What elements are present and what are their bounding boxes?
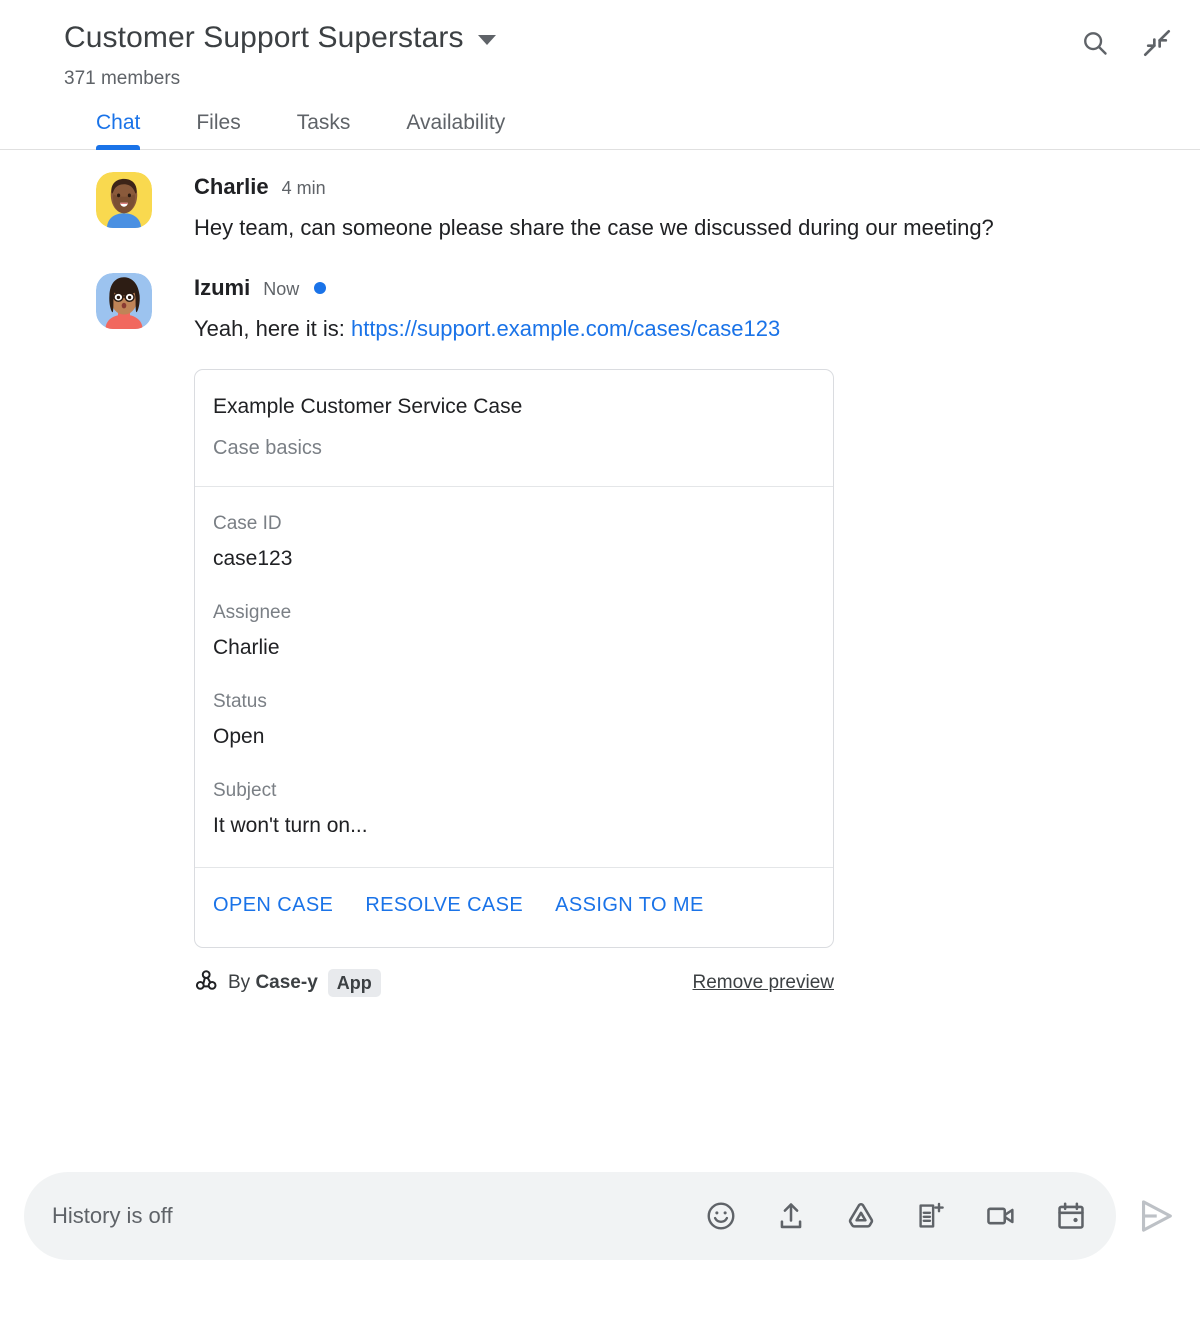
page-title: Customer Support Superstars [64, 21, 464, 54]
message-sender: Izumi [194, 275, 251, 300]
card-field: Status Open [213, 689, 815, 752]
message-link[interactable]: https://support.example.com/cases/case12… [351, 316, 780, 341]
card-header: Example Customer Service Case Case basic… [195, 370, 833, 487]
message-sender: Charlie [194, 174, 269, 199]
member-count: 371 members [64, 68, 181, 89]
room-header: Customer Support Superstars 371 members [0, 0, 1200, 92]
app-badge: App [327, 969, 381, 997]
attribution-app-name: Case-y [255, 972, 318, 993]
field-value: Open [213, 725, 265, 748]
card-subtitle: Case basics [213, 437, 322, 459]
card-field: Assignee Charlie [213, 600, 815, 663]
card-attribution: By Case-y App Remove preview [194, 966, 834, 1000]
case-preview-card: Example Customer Service Case Case basic… [194, 369, 834, 948]
chevron-down-icon[interactable] [477, 35, 496, 45]
assign-to-me-button[interactable]: ASSIGN TO ME [555, 894, 704, 917]
upload-icon[interactable] [774, 1199, 808, 1233]
field-value: It won't turn on... [213, 814, 368, 837]
message-timestamp: 4 min [281, 178, 326, 198]
unread-indicator-dot [314, 282, 327, 294]
composer-icons [704, 1199, 1088, 1233]
open-case-button[interactable]: OPEN CASE [213, 894, 333, 917]
field-label: Subject [213, 780, 277, 801]
field-value: case123 [213, 547, 293, 570]
field-label: Case ID [213, 513, 282, 534]
tab-bar: Chat Files Tasks Availability [0, 92, 1200, 150]
emoji-icon[interactable] [704, 1199, 738, 1233]
send-button[interactable] [1128, 1188, 1184, 1244]
message-text-prefix: Yeah, here it is: [194, 316, 351, 341]
attribution-by: By [228, 972, 256, 993]
avatar[interactable] [96, 172, 152, 228]
card-fields: Case ID case123 Assignee Charlie Status … [195, 487, 833, 868]
attribution-text: By Case-y [228, 972, 318, 994]
message-text: Hey team, can someone please share the c… [194, 215, 994, 240]
video-camera-icon[interactable] [984, 1199, 1018, 1233]
message-text: Yeah, here it is: https://support.exampl… [194, 309, 1094, 348]
room-title-row[interactable]: Customer Support Superstars [64, 18, 1176, 58]
composer[interactable]: History is off [24, 1172, 1116, 1260]
tab-chat[interactable]: Chat [96, 110, 141, 150]
chat-room-window: Customer Support Superstars 371 members [0, 0, 1200, 1336]
resolve-case-button[interactable]: RESOLVE CASE [365, 894, 523, 917]
google-drive-icon[interactable] [844, 1199, 878, 1233]
message-header: Izumi Now [194, 273, 1176, 303]
header-actions [1078, 26, 1174, 60]
message-input[interactable]: History is off [52, 1203, 704, 1229]
tab-tasks[interactable]: Tasks [297, 110, 351, 149]
card-field: Case ID case123 [213, 511, 815, 574]
remove-preview-link[interactable]: Remove preview [693, 972, 835, 994]
field-label: Assignee [213, 602, 292, 623]
message-body: Izumi Now Yeah, here it is: https://supp… [194, 273, 1176, 1000]
field-value: Charlie [213, 636, 280, 659]
card-actions: OPEN CASE RESOLVE CASE ASSIGN TO ME [195, 868, 833, 947]
avatar[interactable] [96, 273, 152, 329]
message-item: Charlie 4 min Hey team, can someone plea… [0, 168, 1176, 247]
field-label: Status [213, 691, 267, 712]
card-field: Subject It won't turn on... [213, 778, 815, 841]
composer-bar: History is off [0, 1172, 1200, 1260]
message-list: Charlie 4 min Hey team, can someone plea… [0, 150, 1200, 1000]
calendar-icon[interactable] [1054, 1199, 1088, 1233]
card-title: Example Customer Service Case [213, 395, 523, 418]
collapse-icon[interactable] [1140, 26, 1174, 60]
message-body: Charlie 4 min Hey team, can someone plea… [194, 172, 1176, 247]
tab-files[interactable]: Files [196, 110, 240, 149]
attribution-left: By Case-y App [194, 969, 381, 998]
message-item: Izumi Now Yeah, here it is: https://supp… [0, 269, 1176, 1000]
new-document-icon[interactable] [914, 1199, 948, 1233]
message-timestamp: Now [263, 279, 300, 299]
search-icon[interactable] [1078, 26, 1112, 60]
message-header: Charlie 4 min [194, 172, 1176, 202]
webhook-icon [194, 969, 218, 998]
tab-availability[interactable]: Availability [406, 110, 505, 149]
